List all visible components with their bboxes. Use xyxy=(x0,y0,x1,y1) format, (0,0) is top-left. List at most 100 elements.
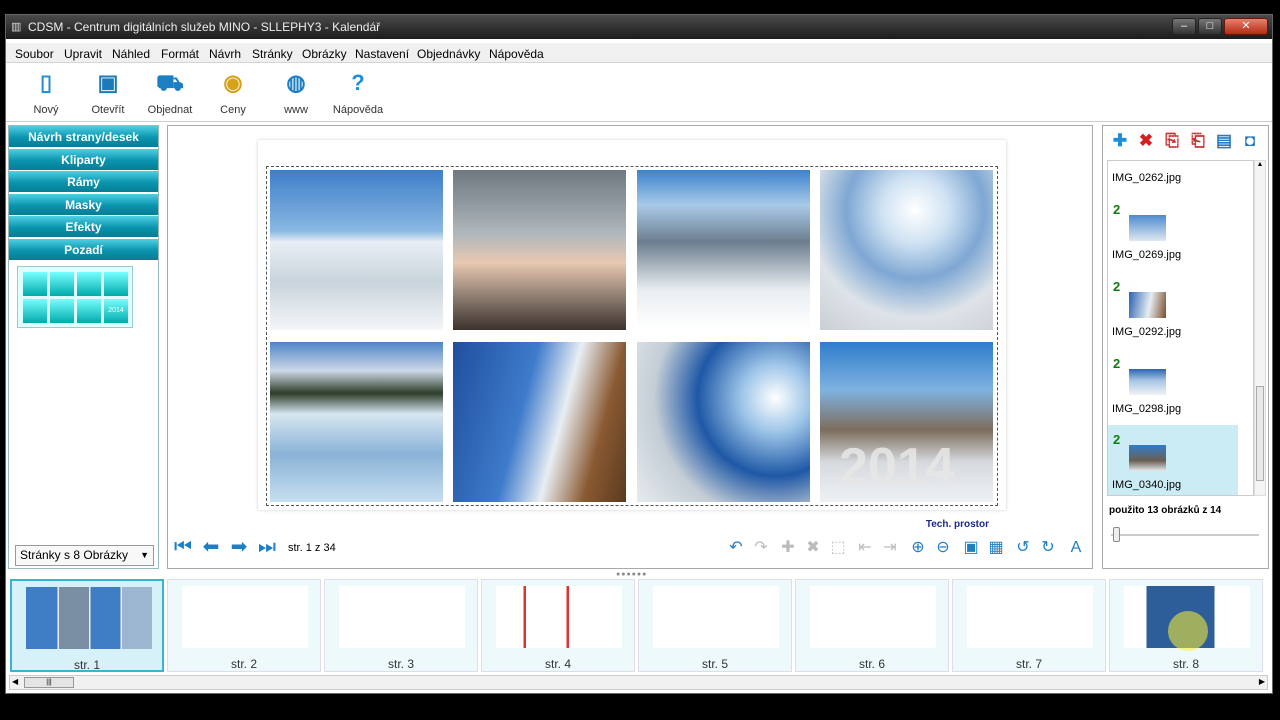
image-thumbnail xyxy=(1129,445,1166,471)
close-button[interactable]: ✕ xyxy=(1224,18,1268,35)
page-thumb-3[interactable]: str. 3 xyxy=(324,579,478,672)
toolbar: ▯ Nový ▣ Otevřít ⛟ Objednat ◉ Ceny ◍ www… xyxy=(6,64,1272,122)
scroll-up-icon[interactable]: ▲ xyxy=(1255,161,1265,168)
photo-1[interactable] xyxy=(270,170,443,330)
menu-soubor[interactable]: Soubor xyxy=(15,47,54,61)
prices-button[interactable]: ◉ Ceny xyxy=(207,68,259,116)
text-icon[interactable]: A xyxy=(1066,538,1086,558)
export-icon[interactable]: ⎗ xyxy=(1187,130,1209,152)
menu-format[interactable]: Formát xyxy=(161,47,199,61)
layout-cell xyxy=(50,299,74,323)
page-layout-select[interactable]: Stránky s 8 Obrázky ▼ xyxy=(15,545,154,566)
first-page-icon[interactable]: ⏮ xyxy=(172,536,194,558)
camera-icon[interactable]: ◘ xyxy=(1239,130,1261,152)
list-item[interactable]: 2 IMG_0292.jpg xyxy=(1108,272,1238,347)
background-button[interactable]: Pozadí xyxy=(9,238,158,261)
menu-nastaveni[interactable]: Nastavení xyxy=(355,47,409,61)
file-name: IMG_0340.jpg xyxy=(1112,479,1182,491)
undo-icon[interactable]: ↶ xyxy=(726,538,746,558)
menu-upravit[interactable]: Upravit xyxy=(64,47,102,61)
globe-icon: ◍ xyxy=(286,70,306,95)
frames-button[interactable]: Rámy xyxy=(9,171,158,193)
scroll-thumb[interactable]: ||| xyxy=(24,677,74,688)
page-thumb-2[interactable]: str. 2 xyxy=(167,579,321,672)
move-right-icon[interactable]: ⇥ xyxy=(880,538,900,558)
usage-count: 2 xyxy=(1113,432,1121,447)
fill-icon[interactable]: ▦ xyxy=(986,538,1006,558)
photo-4[interactable] xyxy=(820,170,993,330)
page-preview xyxy=(810,586,936,648)
list-item[interactable]: IMG_0262.jpg xyxy=(1108,161,1238,193)
layout-cell xyxy=(50,272,74,296)
photo-6[interactable] xyxy=(453,342,626,502)
help-button[interactable]: ? Nápověda xyxy=(332,68,384,116)
list-item[interactable]: 2 IMG_0269.jpg xyxy=(1108,195,1238,270)
list-item-selected[interactable]: 2 IMG_0340.jpg xyxy=(1108,425,1238,495)
minimize-button[interactable]: – xyxy=(1172,18,1196,35)
photo-5[interactable] xyxy=(270,342,443,502)
menu-stranky[interactable]: Stránky xyxy=(252,47,293,61)
slider-handle[interactable] xyxy=(1113,527,1120,542)
next-page-icon[interactable]: ➡ xyxy=(228,536,250,558)
replace-icon[interactable]: ⬚ xyxy=(828,538,848,558)
title-bar: ▥ CDSM - Centrum digitálních služeb MINO… xyxy=(6,15,1272,39)
scroll-thumb[interactable] xyxy=(1256,386,1264,481)
menu-objednavky[interactable]: Objednávky xyxy=(417,47,480,61)
page-thumb-6[interactable]: str. 6 xyxy=(795,579,949,672)
app-icon: ▥ xyxy=(11,21,22,33)
page-thumb-7[interactable]: str. 7 xyxy=(952,579,1106,672)
delete-icon[interactable]: ✖ xyxy=(803,538,823,558)
add-icon[interactable]: ✚ xyxy=(778,538,798,558)
layout-preview[interactable]: 2014 xyxy=(17,266,133,328)
page-thumb-5[interactable]: str. 5 xyxy=(638,579,792,672)
rotate-left-icon[interactable]: ↺ xyxy=(1013,538,1033,558)
cliparts-button[interactable]: Kliparty xyxy=(9,148,158,171)
page-canvas[interactable]: 2014 Tech. prostor xyxy=(258,140,1006,530)
menu-nahled[interactable]: Náhled xyxy=(112,47,150,61)
effects-button[interactable]: Efekty xyxy=(9,216,158,238)
maximize-button[interactable]: □ xyxy=(1198,18,1222,35)
splitter-grip[interactable]: ●●●●●● xyxy=(616,571,647,578)
zoom-out-icon[interactable]: ⊖ xyxy=(933,538,953,558)
zoom-in-icon[interactable]: ⊕ xyxy=(908,538,928,558)
last-page-icon[interactable]: ⏭ xyxy=(256,536,278,558)
new-button[interactable]: ▯ Nový xyxy=(20,68,72,116)
fit-icon[interactable]: ▣ xyxy=(961,538,981,558)
image-list-scrollbar[interactable]: ▲ xyxy=(1254,160,1266,496)
layout-cell xyxy=(104,272,128,296)
menu-navrh[interactable]: Návrh xyxy=(209,47,241,61)
layout-cell xyxy=(77,299,101,323)
page-thumb-1[interactable]: str. 1 xyxy=(10,579,164,672)
page-navigation: ⏮ ⬅ ➡ ⏭ str. 1 z 34 ↶ ↷ ✚ ✖ ⬚ ⇤ ⇥ ⊕ ⊖ ▣ … xyxy=(168,532,1092,562)
design-page-button[interactable]: Návrh strany/desek xyxy=(9,126,158,148)
add-image-icon[interactable]: ✚ xyxy=(1109,130,1131,152)
remove-image-icon[interactable]: ✖ xyxy=(1135,130,1157,152)
import-icon[interactable]: ⎘ xyxy=(1161,130,1183,152)
file-name: IMG_0292.jpg xyxy=(1112,326,1182,338)
www-button[interactable]: ◍ www xyxy=(270,68,322,116)
scroll-right-icon[interactable]: ▶ xyxy=(1259,677,1265,686)
scanner-icon[interactable]: ▤ xyxy=(1213,130,1235,152)
rotate-right-icon[interactable]: ↻ xyxy=(1038,538,1058,558)
prev-page-icon[interactable]: ⬅ xyxy=(200,536,222,558)
menu-napoveda[interactable]: Nápověda xyxy=(489,47,544,61)
layout-cell xyxy=(77,272,101,296)
year-label: 2014 xyxy=(839,438,955,496)
move-left-icon[interactable]: ⇤ xyxy=(855,538,875,558)
thumbnail-size-slider[interactable] xyxy=(1111,527,1259,542)
page-thumb-4[interactable]: str. 4 xyxy=(481,579,635,672)
layout-cell-year: 2014 xyxy=(104,299,128,323)
photo-7[interactable] xyxy=(637,342,810,502)
photo-2[interactable] xyxy=(453,170,626,330)
order-button[interactable]: ⛟ Objednat xyxy=(144,68,196,116)
usage-status: použito 13 obrázků z 14 xyxy=(1109,505,1222,516)
open-button[interactable]: ▣ Otevřít xyxy=(82,68,134,116)
menu-obrazky[interactable]: Obrázky xyxy=(302,47,347,61)
masks-button[interactable]: Masky xyxy=(9,193,158,216)
scroll-left-icon[interactable]: ◀ xyxy=(12,677,18,686)
image-thumbnail xyxy=(1129,292,1166,318)
photo-3[interactable] xyxy=(637,170,810,330)
redo-icon[interactable]: ↷ xyxy=(751,538,771,558)
list-item[interactable]: 2 IMG_0298.jpg xyxy=(1108,349,1238,424)
page-strip-scrollbar[interactable]: ◀ ||| ▶ xyxy=(9,675,1268,690)
